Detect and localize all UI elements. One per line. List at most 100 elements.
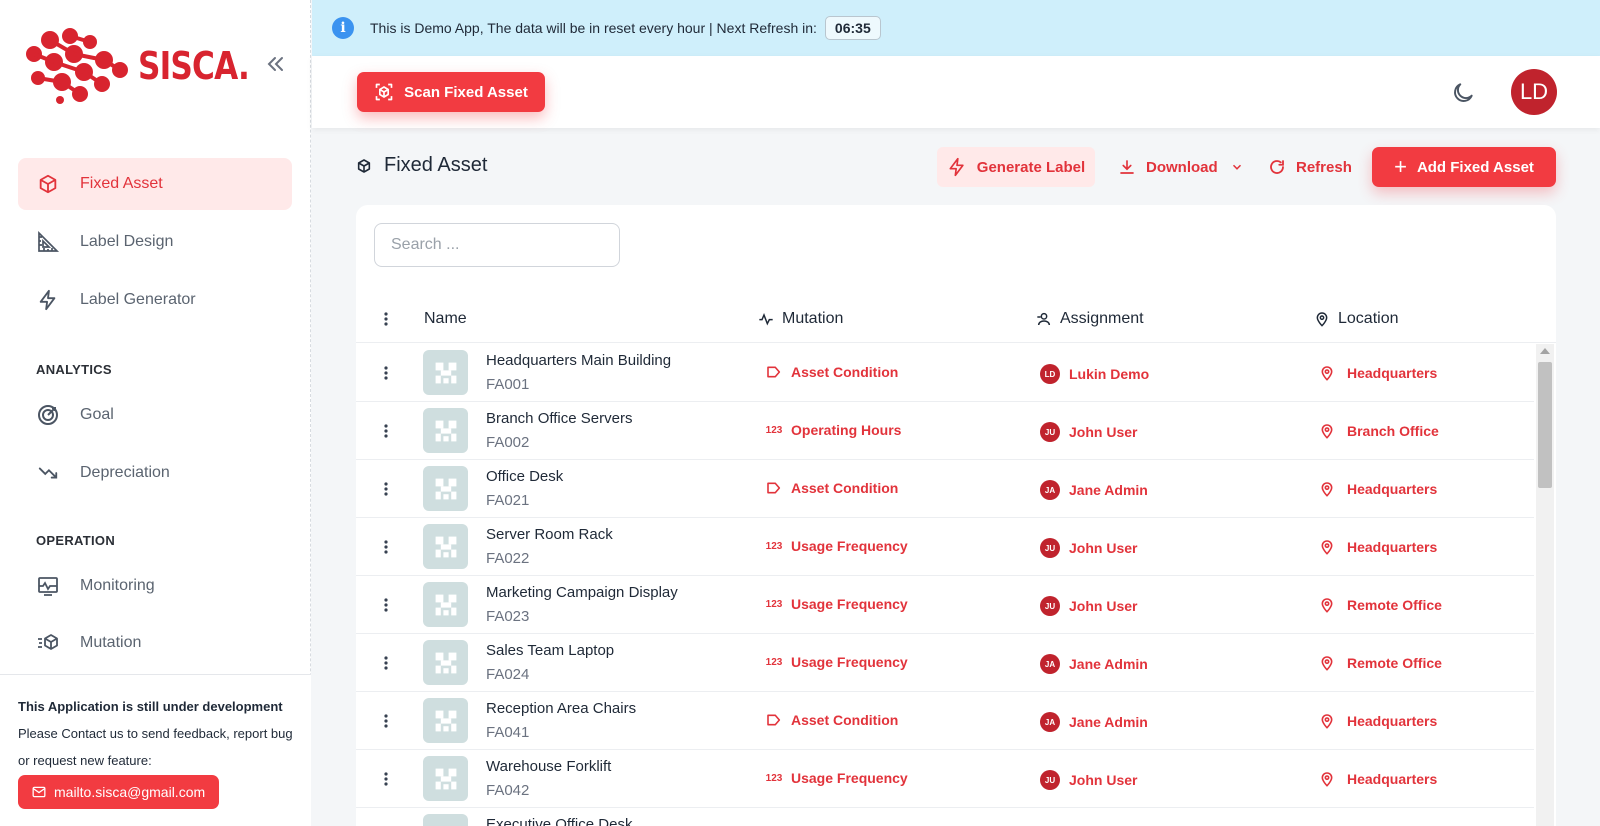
asset-thumbnail [423, 640, 468, 685]
mutation-link[interactable]: 123 Usage Frequency [763, 654, 908, 670]
user-avatar[interactable]: LD [1511, 69, 1557, 115]
table-row[interactable]: Server Room Rack FA022 123 Usage Frequen… [356, 518, 1534, 576]
scan-fixed-asset-button[interactable]: Scan Fixed Asset [357, 72, 545, 112]
sidebar-item-label: Mutation [80, 634, 142, 651]
table-row[interactable]: Reception Area Chairs FA041 Asset Condit… [356, 692, 1534, 750]
contact-email-label: mailto.sisca@gmail.com [54, 784, 206, 800]
sidebar-item-mutation[interactable]: Mutation [18, 617, 292, 669]
scroll-up-icon[interactable] [1540, 348, 1550, 354]
location-link[interactable]: Headquarters [1319, 480, 1437, 498]
assignee-link[interactable]: JU John User [1040, 422, 1137, 442]
refresh-timer: 06:35 [824, 16, 881, 40]
mutation-link[interactable]: 123 Usage Frequency [763, 596, 908, 612]
add-fixed-asset-button[interactable]: + Add Fixed Asset [1372, 147, 1556, 187]
assignee-link[interactable]: JA Jane Admin [1040, 480, 1148, 500]
asset-thumbnail [423, 524, 468, 569]
numeric-icon: 123 [765, 772, 783, 784]
row-options-icon[interactable] [378, 363, 394, 383]
table-scrollbar[interactable] [1536, 344, 1554, 826]
asset-name[interactable]: Executive Office Desk [486, 816, 632, 826]
asset-thumbnail [423, 466, 468, 511]
asset-name[interactable]: Marketing Campaign Display [486, 584, 678, 601]
asset-thumbnail [423, 698, 468, 743]
monitor-icon [36, 574, 60, 598]
row-options-icon[interactable] [378, 653, 394, 673]
mutation-link[interactable]: 123 Operating Hours [763, 422, 902, 438]
assignee-link[interactable]: LD Lukin Demo [1040, 364, 1149, 384]
refresh-text: Refresh [1296, 158, 1352, 176]
location-link[interactable]: Headquarters [1319, 364, 1437, 382]
sidebar-item-fixed-asset[interactable]: Fixed Asset [18, 158, 292, 210]
row-options-icon[interactable] [378, 537, 394, 557]
column-location[interactable]: Location [1314, 310, 1399, 328]
sidebar-item-monitoring[interactable]: Monitoring [18, 560, 292, 612]
table-row[interactable]: Executive Office Desk [356, 808, 1534, 826]
fixed-asset-table-card: Name Mutation Assignment Location Headqu… [356, 205, 1556, 826]
mutation-link[interactable]: 123 Usage Frequency [763, 538, 908, 554]
sidebar-item-depreciation[interactable]: Depreciation [18, 447, 292, 499]
asset-name[interactable]: Branch Office Servers [486, 410, 632, 427]
scrollbar-thumb[interactable] [1538, 362, 1552, 488]
mutation-link[interactable]: 123 Usage Frequency [763, 770, 908, 786]
column-mutation[interactable]: Mutation [758, 310, 843, 328]
column-assignment[interactable]: Assignment [1036, 310, 1144, 328]
search-input[interactable] [374, 223, 620, 267]
location-link[interactable]: Remote Office [1319, 654, 1442, 672]
row-options-icon[interactable] [378, 769, 394, 789]
assignee-link[interactable]: JA Jane Admin [1040, 712, 1148, 732]
location-link[interactable]: Headquarters [1319, 770, 1437, 788]
asset-image-icon [435, 652, 456, 673]
cube-move-icon [36, 631, 60, 655]
dev-notice: This Application is still under developm… [0, 674, 311, 826]
location-link[interactable]: Branch Office [1319, 422, 1439, 440]
mutation-link[interactable]: Asset Condition [763, 480, 898, 496]
location-link[interactable]: Headquarters [1319, 712, 1437, 730]
mutation-link[interactable]: Asset Condition [763, 712, 898, 728]
location-link[interactable]: Remote Office [1319, 596, 1442, 614]
generate-label-button[interactable]: Generate Label [937, 147, 1095, 187]
asset-name[interactable]: Reception Area Chairs [486, 700, 636, 717]
asset-image-icon [435, 420, 456, 441]
column-name[interactable]: Name [424, 310, 467, 328]
table-row[interactable]: Warehouse Forklift FA042 123 Usage Frequ… [356, 750, 1534, 808]
table-header: Name Mutation Assignment Location [356, 295, 1556, 343]
row-options-icon[interactable] [378, 711, 394, 731]
assignee-avatar: JU [1040, 596, 1060, 616]
row-options-icon[interactable] [378, 421, 394, 441]
assignee-link[interactable]: JA Jane Admin [1040, 654, 1148, 674]
app-logo[interactable]: SISCA. [24, 28, 273, 104]
refresh-button[interactable]: Refresh [1268, 147, 1352, 187]
mutation-link[interactable]: Asset Condition [763, 364, 898, 380]
sidebar-item-label-generator[interactable]: Label Generator [18, 274, 292, 326]
asset-name[interactable]: Sales Team Laptop [486, 642, 614, 659]
download-icon [1120, 160, 1134, 174]
sidebar-item-goal[interactable]: Goal [18, 389, 292, 441]
column-options-icon[interactable] [378, 309, 394, 329]
assignee-link[interactable]: JU John User [1040, 770, 1137, 790]
table-row[interactable]: Headquarters Main Building FA001 Asset C… [356, 344, 1534, 402]
asset-name[interactable]: Headquarters Main Building [486, 352, 671, 369]
dev-notice-text: Please Contact us to send feedback, repo… [18, 726, 293, 768]
table-row[interactable]: Office Desk FA021 Asset Condition JA Jan… [356, 460, 1534, 518]
contact-email-button[interactable]: mailto.sisca@gmail.com [18, 775, 220, 809]
download-button[interactable]: Download [1118, 147, 1244, 187]
table-row[interactable]: Branch Office Servers FA002 123 Operatin… [356, 402, 1534, 460]
asset-thumbnail [423, 582, 468, 627]
row-options-icon[interactable] [378, 595, 394, 615]
collapse-sidebar-icon[interactable] [264, 52, 288, 76]
asset-name[interactable]: Warehouse Forklift [486, 758, 611, 775]
row-options-icon[interactable] [378, 479, 394, 499]
dark-mode-toggle-icon[interactable] [1450, 80, 1476, 106]
sidebar-item-label: Label Generator [80, 291, 196, 308]
asset-name[interactable]: Office Desk [486, 468, 563, 485]
assignee-link[interactable]: JU John User [1040, 596, 1137, 616]
asset-name[interactable]: Server Room Rack [486, 526, 613, 543]
asset-code: FA042 [486, 782, 530, 799]
table-row[interactable]: Sales Team Laptop FA024 123 Usage Freque… [356, 634, 1534, 692]
table-row[interactable]: Marketing Campaign Display FA023 123 Usa… [356, 576, 1534, 634]
location-link[interactable]: Headquarters [1319, 538, 1437, 556]
sidebar-item-label-design[interactable]: Label Design [18, 216, 292, 268]
assignee-link[interactable]: JU John User [1040, 538, 1137, 558]
location-pin-icon [1321, 656, 1333, 671]
asset-code: FA024 [486, 666, 530, 683]
